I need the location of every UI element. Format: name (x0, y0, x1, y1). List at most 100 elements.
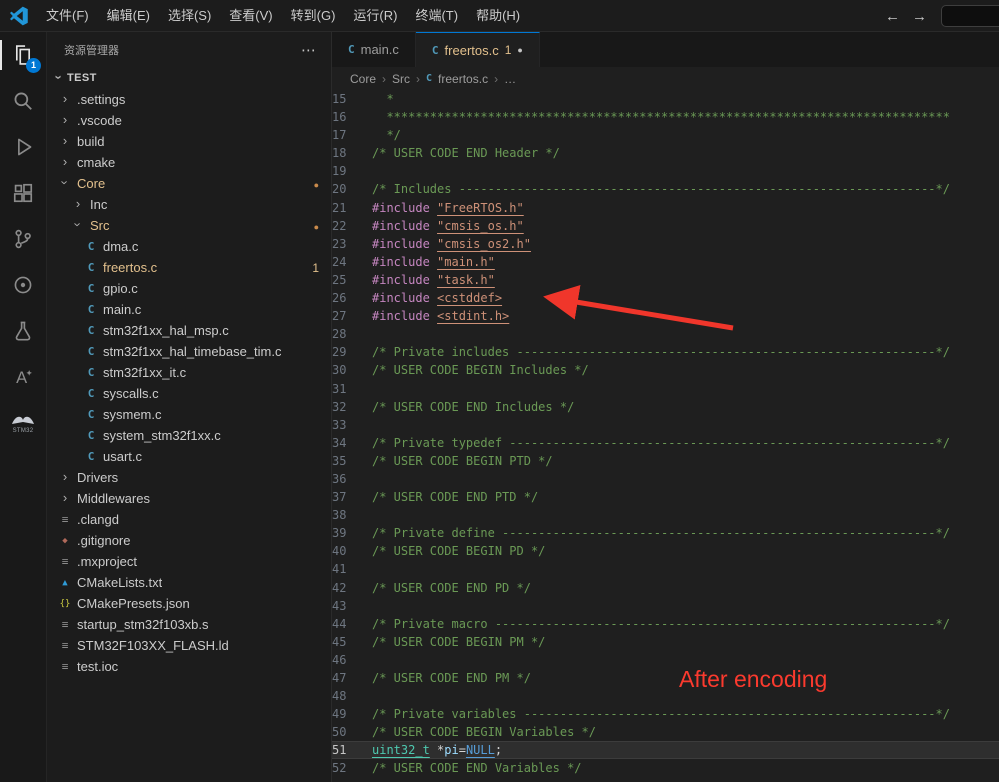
tree-item-.settings[interactable]: ›.settings (47, 89, 331, 110)
line-number: 42 (332, 579, 372, 597)
breadcrumb-item[interactable]: Core (350, 72, 376, 86)
c-file-icon: C (83, 450, 99, 463)
tree-item-stm32f1xx_hal_timebase_tim.c[interactable]: Cstm32f1xx_hal_timebase_tim.c (47, 341, 331, 362)
tree-item-Drivers[interactable]: ›Drivers (47, 467, 331, 488)
tree-item-startup_stm32f103xb.s[interactable]: ≡startup_stm32f103xb.s (47, 614, 331, 635)
menu-item[interactable]: 文件(F) (37, 0, 98, 32)
code-line[interactable]: 34/* Private typedef -------------------… (332, 434, 999, 452)
tab-freertos-c[interactable]: C freertos.c 1 ● (416, 32, 540, 67)
code-line[interactable]: 52/* USER CODE END Variables */ (332, 759, 999, 777)
code-line[interactable]: 46 (332, 651, 999, 669)
tree-item-test.ioc[interactable]: ≡test.ioc (47, 656, 331, 677)
code-line[interactable]: 37/* USER CODE END PTD */ (332, 488, 999, 506)
tree-item-Middlewares[interactable]: ›Middlewares (47, 488, 331, 509)
code-line[interactable]: 25#include "task.h" (332, 271, 999, 289)
tree-item-sysmem.c[interactable]: Csysmem.c (47, 404, 331, 425)
tree-item-dma.c[interactable]: Cdma.c (47, 236, 331, 257)
code-line[interactable]: 49/* Private variables -----------------… (332, 705, 999, 723)
breadcrumb-item[interactable]: Src (392, 72, 410, 86)
code-line[interactable]: 27#include <stdint.h> (332, 307, 999, 325)
nav-back-icon[interactable]: ← (879, 8, 906, 25)
code-line[interactable]: 24#include "main.h" (332, 253, 999, 271)
menu-item[interactable]: 运行(R) (344, 0, 406, 32)
run-and-debug-icon[interactable] (0, 124, 46, 170)
tree-item-cmake[interactable]: ›cmake (47, 152, 331, 173)
menu-item[interactable]: 终端(T) (406, 0, 467, 32)
tree-item-STM32F103XX_FLASH.ld[interactable]: ≡STM32F103XX_FLASH.ld (47, 635, 331, 656)
tree-item-.gitignore[interactable]: ◆.gitignore (47, 530, 331, 551)
tree-item-.clangd[interactable]: ≡.clangd (47, 509, 331, 530)
ai-assistant-icon[interactable]: A (0, 354, 46, 400)
code-line[interactable]: 15 * (332, 90, 999, 108)
code-line[interactable]: 18/* USER CODE END Header */ (332, 144, 999, 162)
section-header-test[interactable]: › TEST (47, 67, 331, 89)
tree-item-CMakePresets.json[interactable]: {}CMakePresets.json (47, 593, 331, 614)
tree-item-system_stm32f1xx.c[interactable]: Csystem_stm32f1xx.c (47, 425, 331, 446)
explorer-icon[interactable]: 1 (0, 32, 46, 78)
code-line[interactable]: 51uint32_t *pi=NULL; (332, 741, 999, 759)
code-line[interactable]: 26#include <cstddef> (332, 289, 999, 307)
nav-forward-icon[interactable]: → (906, 8, 933, 25)
tree-item-.vscode[interactable]: ›.vscode (47, 110, 331, 131)
tree-item-usart.c[interactable]: Cusart.c (47, 446, 331, 467)
code-line[interactable]: 17 */ (332, 126, 999, 144)
code-line[interactable]: 50/* USER CODE BEGIN Variables */ (332, 723, 999, 741)
code-line[interactable]: 31 (332, 380, 999, 398)
code-line[interactable]: 29/* Private includes ------------------… (332, 343, 999, 361)
tree-item-freertos.c[interactable]: Cfreertos.c1 (47, 257, 331, 278)
code-line[interactable]: 38 (332, 506, 999, 524)
tree-item-main.c[interactable]: Cmain.c (47, 299, 331, 320)
code-line[interactable]: 33 (332, 416, 999, 434)
line-number: 31 (332, 380, 372, 398)
tree-item-stm32f1xx_it.c[interactable]: Cstm32f1xx_it.c (47, 362, 331, 383)
tree-item-CMakeLists.txt[interactable]: ▲CMakeLists.txt (47, 572, 331, 593)
code-line[interactable]: 48 (332, 687, 999, 705)
menu-item[interactable]: 查看(V) (220, 0, 281, 32)
remote-explorer-icon[interactable] (0, 262, 46, 308)
code-line[interactable]: 20/* Includes --------------------------… (332, 180, 999, 198)
code-line[interactable]: 22#include "cmsis_os.h" (332, 217, 999, 235)
tab-main-c[interactable]: C main.c (332, 32, 416, 67)
code-line[interactable]: 39/* Private define --------------------… (332, 524, 999, 542)
code-line[interactable]: 28 (332, 325, 999, 343)
code-line[interactable]: 44/* Private macro ---------------------… (332, 615, 999, 633)
tree-item-gpio.c[interactable]: Cgpio.c (47, 278, 331, 299)
code-line[interactable]: 23#include "cmsis_os2.h" (332, 235, 999, 253)
tree-item-stm32f1xx_hal_msp.c[interactable]: Cstm32f1xx_hal_msp.c (47, 320, 331, 341)
tree-item-Core[interactable]: ›Core● (47, 173, 331, 194)
tree-item-.mxproject[interactable]: ≡.mxproject (47, 551, 331, 572)
menu-item[interactable]: 编辑(E) (98, 0, 159, 32)
code-line[interactable]: 30/* USER CODE BEGIN Includes */ (332, 361, 999, 379)
code-line[interactable]: 41 (332, 560, 999, 578)
line-text: /* USER CODE BEGIN Includes */ (372, 361, 589, 379)
explorer-sidebar: 资源管理器 ⋯ › TEST ›.settings›.vscode›build›… (47, 32, 332, 782)
breadcrumb-item[interactable]: freertos.c (438, 72, 488, 86)
code-line[interactable]: 21#include "FreeRTOS.h" (332, 199, 999, 217)
stm32-tools-icon[interactable]: STM32 (0, 400, 46, 446)
code-line[interactable]: 43 (332, 597, 999, 615)
code-line[interactable]: 32/* USER CODE END Includes */ (332, 398, 999, 416)
source-control-icon[interactable] (0, 216, 46, 262)
command-center-search[interactable] (941, 5, 999, 27)
code-line[interactable]: 16 *************************************… (332, 108, 999, 126)
search-icon[interactable] (0, 78, 46, 124)
tree-item-Inc[interactable]: ›Inc (47, 194, 331, 215)
menu-item[interactable]: 选择(S) (159, 0, 220, 32)
code-line[interactable]: 19 (332, 162, 999, 180)
extensions-icon[interactable] (0, 170, 46, 216)
dirty-indicator-icon[interactable]: ● (517, 45, 522, 55)
code-line[interactable]: 35/* USER CODE BEGIN PTD */ (332, 452, 999, 470)
testing-icon[interactable] (0, 308, 46, 354)
tree-item-syscalls.c[interactable]: Csyscalls.c (47, 383, 331, 404)
code-line[interactable]: 47/* USER CODE END PM */ (332, 669, 999, 687)
code-line[interactable]: 40/* USER CODE BEGIN PD */ (332, 542, 999, 560)
tree-item-build[interactable]: ›build (47, 131, 331, 152)
menu-item[interactable]: 转到(G) (282, 0, 345, 32)
menu-item[interactable]: 帮助(H) (467, 0, 529, 32)
code-line[interactable]: 36 (332, 470, 999, 488)
code-line[interactable]: 42/* USER CODE END PD */ (332, 579, 999, 597)
breadcrumb-item[interactable]: … (504, 72, 516, 86)
more-actions-icon[interactable]: ⋯ (301, 41, 317, 59)
code-line[interactable]: 45/* USER CODE BEGIN PM */ (332, 633, 999, 651)
tree-item-Src[interactable]: ›Src● (47, 215, 331, 236)
